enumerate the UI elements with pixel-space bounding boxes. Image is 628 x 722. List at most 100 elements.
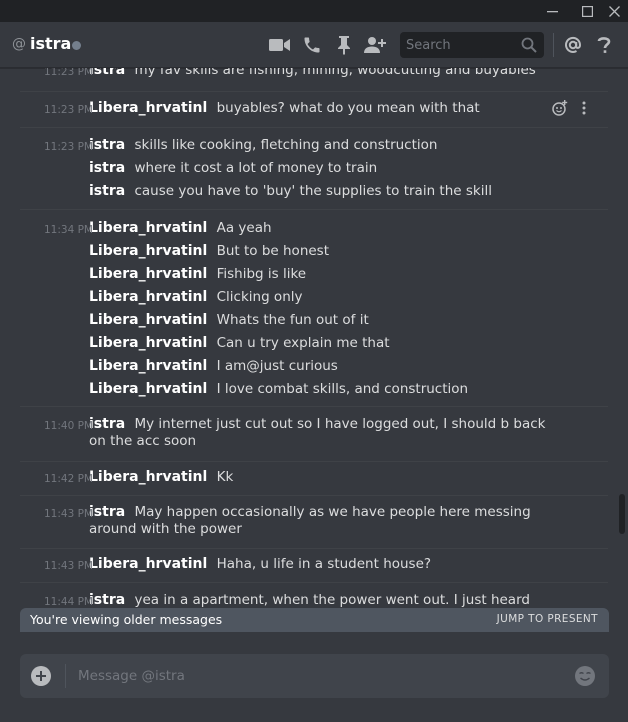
older-messages-text: You're viewing older messages — [30, 612, 223, 627]
message-text: Can u try explain me that — [216, 335, 390, 351]
search-icon[interactable] — [521, 37, 537, 53]
search-input[interactable] — [406, 35, 516, 55]
composer-divider — [65, 664, 66, 688]
message-text: yea in a apartment, when the power went … — [134, 592, 530, 608]
message-author[interactable]: Libera_hrvatinl — [89, 312, 207, 328]
message-text: Kk — [216, 469, 234, 485]
message-author[interactable]: Libera_hrvatinl — [89, 100, 207, 116]
message-text: buyables? what do you mean with that — [216, 100, 480, 116]
message-author[interactable]: Libera_hrvatinl — [89, 266, 207, 282]
add-friend-icon[interactable] — [363, 34, 387, 56]
message-timestamp: 11:23 PM — [44, 68, 93, 78]
message-list[interactable]: 11:23 PM istra my fav skills are fishing… — [0, 68, 614, 608]
add-attachment-icon[interactable] — [31, 666, 51, 686]
message-line: Libera_hrvatinl I am@just curious — [20, 358, 608, 375]
message-line: 11:23 PM istra skills like cooking, flet… — [20, 137, 608, 154]
message-author[interactable]: istra — [89, 137, 125, 153]
message-line: istra where it cost a lot of money to tr… — [20, 160, 608, 177]
message-group: 11:43 PM istra May happen occasionally a… — [20, 496, 608, 549]
window-title-bar — [0, 0, 628, 22]
message-timestamp: 11:40 PM — [44, 420, 93, 432]
message-author[interactable]: istra — [89, 68, 125, 78]
message-timestamp: 11:43 PM — [44, 560, 93, 572]
message-timestamp: 11:43 PM — [44, 508, 93, 520]
message-group: 11:40 PM istra My internet just cut out … — [20, 407, 608, 462]
message-line: 11:42 PM Libera_hrvatinl Kk — [20, 469, 608, 486]
message-text: Whats the fun out of it — [216, 312, 369, 328]
message-line: Libera_hrvatinl I love combat skills, an… — [20, 381, 608, 398]
at-symbol: @ — [12, 36, 26, 52]
message-text: Fishibg is like — [216, 266, 307, 282]
message-line: Libera_hrvatinl Can u try explain me tha… — [20, 335, 608, 352]
video-call-icon[interactable] — [268, 34, 292, 56]
message-line: 11:43 PM Libera_hrvatinl Haha, u life in… — [20, 556, 608, 573]
message-actions — [552, 100, 586, 116]
message-group: 11:42 PM Libera_hrvatinl Kk — [20, 462, 608, 496]
message-line: Libera_hrvatinl But to be honest — [20, 243, 608, 260]
message-group: 11:43 PM Libera_hrvatinl Haha, u life in… — [20, 549, 608, 583]
voice-call-icon[interactable] — [300, 34, 324, 56]
message-timestamp: 11:34 PM — [44, 224, 93, 236]
message-input[interactable] — [78, 666, 558, 686]
message-author[interactable]: Libera_hrvatinl — [89, 358, 207, 374]
message-text: skills like cooking, fletching and const… — [134, 137, 438, 153]
message-author[interactable]: Libera_hrvatinl — [89, 469, 207, 485]
message-timestamp: 11:23 PM — [44, 104, 93, 116]
message-author[interactable]: istra — [89, 504, 125, 520]
add-reaction-icon[interactable] — [552, 100, 568, 116]
scrollbar-thumb[interactable] — [619, 494, 625, 534]
message-text: my fav skills are fishing, mining, woodc… — [134, 68, 536, 78]
help-icon[interactable] — [592, 34, 616, 56]
message-author[interactable]: Libera_hrvatinl — [89, 243, 207, 259]
jump-to-present-button[interactable]: JUMP TO PRESENT — [497, 613, 598, 625]
channel-header: @ istra — [0, 22, 628, 68]
message-timestamp: 11:44 PM — [44, 596, 93, 608]
message-line: 11:44 PM istra yea in a apartment, when … — [20, 592, 608, 608]
message-group: 11:34 PM Libera_hrvatinl Aa yeah Libera_… — [20, 210, 608, 407]
message-line: Libera_hrvatinl Whats the fun out of it — [20, 312, 608, 329]
message-timestamp: 11:42 PM — [44, 473, 93, 485]
message-scrollbar[interactable] — [618, 68, 626, 632]
header-divider — [553, 33, 554, 57]
message-author[interactable]: Libera_hrvatinl — [89, 289, 207, 305]
dm-recipient-name: istra — [30, 34, 72, 53]
message-author[interactable]: istra — [89, 592, 125, 608]
message-composer — [20, 654, 609, 698]
minimize-icon[interactable] — [538, 0, 566, 22]
message-line: 11:23 PM Libera_hrvatinl buyables? what … — [20, 100, 608, 117]
message-line: 11:40 PM istra My internet just cut out … — [20, 416, 608, 450]
message-group: 11:44 PM istra yea in a apartment, when … — [20, 583, 608, 608]
message-group: 11:23 PM istra my fav skills are fishing… — [20, 68, 608, 92]
maximize-icon[interactable] — [573, 0, 601, 22]
message-line: 11:34 PM Libera_hrvatinl Aa yeah — [20, 220, 608, 237]
message-author[interactable]: Libera_hrvatinl — [89, 381, 207, 397]
more-options-icon[interactable] — [582, 100, 586, 116]
message-author[interactable]: Libera_hrvatinl — [89, 556, 207, 572]
emoji-icon[interactable] — [574, 665, 596, 687]
message-text: where it cost a lot of money to train — [134, 160, 378, 176]
message-line: istra cause you have to 'buy' the suppli… — [20, 183, 608, 200]
pin-icon[interactable] — [332, 34, 356, 56]
message-author[interactable]: Libera_hrvatinl — [89, 220, 207, 236]
message-timestamp: 11:23 PM — [44, 141, 93, 153]
message-text: I am@just curious — [216, 358, 338, 374]
offline-status-icon — [72, 41, 81, 50]
message-text: But to be honest — [216, 243, 330, 259]
message-author[interactable]: istra — [89, 183, 125, 199]
message-line: 11:23 PM istra my fav skills are fishing… — [20, 68, 608, 79]
message-author[interactable]: istra — [89, 160, 125, 176]
close-icon[interactable] — [600, 0, 628, 22]
message-text: I love combat skills, and construction — [216, 381, 469, 397]
message-line: Libera_hrvatinl Fishibg is like — [20, 266, 608, 283]
message-text: Aa yeah — [216, 220, 272, 236]
mention-icon[interactable] — [561, 34, 585, 56]
older-messages-bar: You're viewing older messages JUMP TO PR… — [20, 608, 609, 632]
message-text: Clicking only — [216, 289, 303, 305]
message-author[interactable]: istra — [89, 416, 125, 432]
message-text: May happen occasionally as we have peopl… — [89, 504, 531, 537]
message-line: Libera_hrvatinl Clicking only — [20, 289, 608, 306]
message-text: My internet just cut out so I have logge… — [89, 416, 546, 449]
message-text: Haha, u life in a student house? — [216, 556, 432, 572]
search-box[interactable] — [400, 32, 544, 58]
message-author[interactable]: Libera_hrvatinl — [89, 335, 207, 351]
